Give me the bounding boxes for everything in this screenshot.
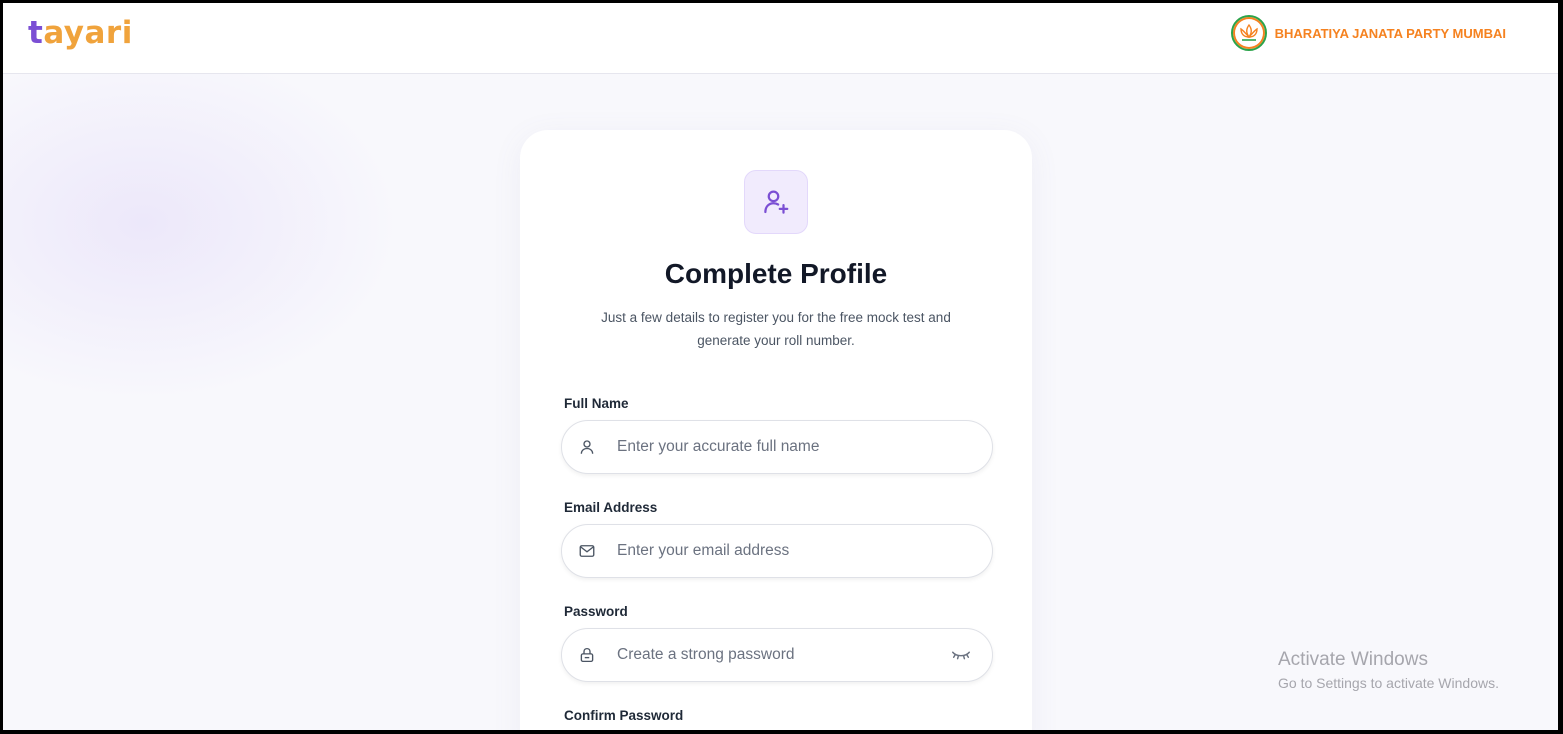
lotus-emblem-icon [1230,15,1267,51]
confirm-password-label: Confirm Password [564,708,684,723]
top-navbar: tayari BHARATIYA JANATA PARTY MUMBAI [3,3,1558,74]
page-subtitle: Just a few details to register you for t… [601,310,951,348]
activate-windows-watermark: Activate Windows Go to Settings to activ… [1278,649,1499,691]
password-label: Password [564,604,628,619]
email-field[interactable] [561,524,993,578]
password-field[interactable] [561,628,993,682]
watermark-subtitle: Go to Settings to activate Windows. [1278,675,1499,691]
user-icon [580,440,594,454]
email-input[interactable] [617,525,937,577]
partner-brand: BHARATIYA JANATA PARTY MUMBAI [1230,15,1506,51]
page-title: Complete Profile [664,258,888,289]
mail-icon [579,545,595,557]
full-name-input[interactable] [617,421,937,473]
watermark-title: Activate Windows [1278,649,1428,670]
password-input[interactable] [617,629,937,681]
background-glow [3,43,403,403]
logo-text: ayari [43,15,133,51]
eye-closed-icon[interactable] [950,646,972,664]
user-plus-icon [744,170,808,234]
tayari-logo[interactable]: tayari [28,15,133,51]
full-name-field[interactable] [561,420,993,474]
partner-name: BHARATIYA JANATA PARTY MUMBAI [1274,25,1506,41]
app-frame: tayari BHARATIYA JANATA PARTY MUMBAI Com [3,3,1558,730]
email-label: Email Address [564,500,658,515]
logo-letter-t: t [28,15,44,51]
lock-icon [580,647,594,663]
full-name-label: Full Name [564,396,629,411]
complete-profile-card: Complete Profile Just a few details to r… [520,130,1032,730]
